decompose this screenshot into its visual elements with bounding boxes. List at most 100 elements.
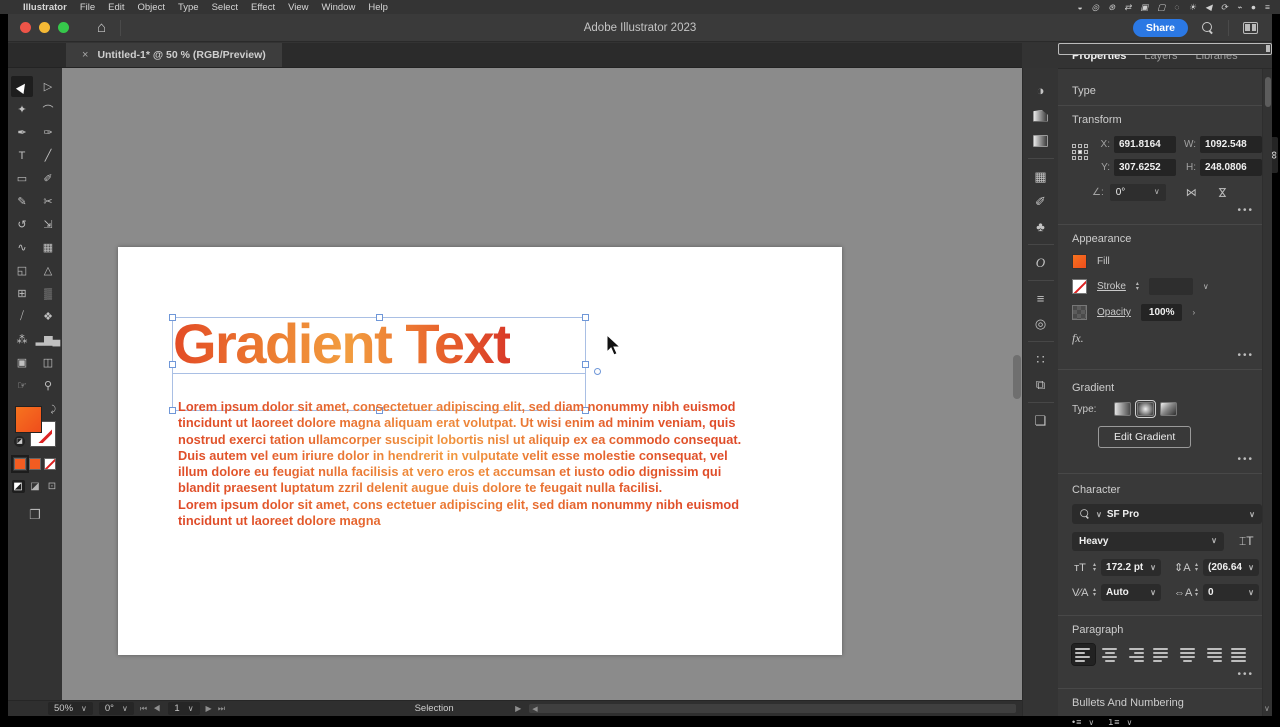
screen-mode-icon[interactable]: ❐ — [29, 507, 41, 523]
minimize-window-button[interactable] — [39, 22, 50, 33]
justify-center-button[interactable] — [1176, 644, 1199, 665]
direct-selection-tool[interactable]: ▷ — [37, 76, 59, 97]
stroke-swatch-panel-icon[interactable] — [1028, 128, 1054, 153]
share-button[interactable]: Share — [1133, 19, 1188, 37]
graphic-styles-panel-icon[interactable]: ⧉ — [1028, 372, 1054, 397]
shape-builder-tool[interactable]: ◱ — [11, 260, 33, 281]
stroke-panel-icon[interactable]: ≡ — [1028, 286, 1054, 311]
swap-fill-stroke-icon[interactable]: ⤸ — [51, 404, 56, 415]
status-icon[interactable]: ◎ — [1092, 2, 1099, 13]
selection-handle[interactable] — [582, 361, 589, 368]
blend-tool[interactable]: ❖ — [37, 306, 59, 327]
selection-handle[interactable] — [169, 314, 176, 321]
status-icon[interactable]: ☀ — [1188, 2, 1196, 13]
stroke-weight-chevron-icon[interactable]: ∨ — [1203, 282, 1209, 291]
arrange-documents-icon[interactable] — [1058, 43, 1272, 55]
fill-stroke-indicator[interactable]: ⤸ ◪ — [15, 406, 55, 446]
lasso-tool[interactable]: ⌒ — [37, 99, 59, 120]
zoom-level-select[interactable]: 50%∨ — [48, 702, 93, 715]
touch-type-tool-icon[interactable]: ⌶T — [1239, 534, 1254, 549]
body-text[interactable]: Lorem ipsum dolor sit amet, consectetuer… — [178, 399, 760, 529]
color-panel-icon[interactable]: ◑ — [1028, 78, 1054, 103]
status-icon[interactable]: ⇄ — [1124, 2, 1131, 13]
canvas[interactable]: Gradient Text Lorem ipsum dolor sit amet… — [62, 68, 1022, 700]
font-family-select[interactable]: ∨ SF Pro ∨ — [1072, 504, 1262, 524]
selection-handle[interactable] — [169, 407, 176, 414]
edit-gradient-button[interactable]: Edit Gradient — [1098, 426, 1191, 448]
selection-handle[interactable] — [376, 314, 383, 321]
shaper-tool[interactable]: ✎ — [11, 191, 33, 212]
artboard-tool[interactable]: ▣ — [11, 352, 33, 373]
tracking-stepper[interactable]: ▴▾ — [1195, 588, 1198, 598]
selection-handle[interactable] — [169, 361, 176, 368]
selection-handle[interactable] — [582, 314, 589, 321]
freeform-gradient-type-button[interactable] — [1160, 402, 1177, 416]
symbol-sprayer-tool[interactable]: ⁂ — [11, 329, 33, 350]
appearance-more-options[interactable]: ••• — [1072, 350, 1262, 361]
h-field[interactable]: 248.0806 — [1200, 159, 1262, 176]
maximize-window-button[interactable] — [58, 22, 69, 33]
gradient-more-options[interactable]: ••• — [1072, 454, 1262, 465]
draw-normal-mode-icon[interactable]: ◩ — [12, 480, 25, 493]
text-out-port-handle[interactable] — [594, 368, 601, 375]
font-family-chevron-icon[interactable]: ∨ — [1249, 510, 1255, 519]
eyedropper-tool[interactable]: ⧸ — [11, 306, 33, 327]
selection-bounding-box[interactable] — [172, 317, 586, 411]
hand-tool[interactable]: ☞ — [11, 375, 33, 396]
menu-help[interactable]: Help — [368, 2, 388, 13]
search-icon[interactable] — [1202, 22, 1214, 34]
opacity-link[interactable]: Opacity — [1097, 307, 1131, 318]
appearance-panel-icon[interactable]: ∷ — [1028, 347, 1054, 372]
status-icon[interactable]: ● — [1251, 2, 1256, 13]
layers-panel-icon[interactable]: ❏ — [1028, 408, 1054, 433]
next-last-artboard-buttons[interactable]: ▶ ⏭ — [206, 704, 228, 714]
kerning-select[interactable]: Auto∨ — [1101, 584, 1161, 601]
artboards-panel-icon[interactable]: ▦ — [1028, 164, 1054, 189]
leading-stepper[interactable]: ▴▾ — [1195, 563, 1198, 573]
opacity-chevron-icon[interactable]: › — [1192, 308, 1195, 317]
first-prev-artboard-buttons[interactable]: ⏮ ◀ — [140, 704, 163, 714]
status-play-icon[interactable]: ▶ — [515, 704, 523, 713]
panel-scroll-down-icon[interactable]: ∨ — [1264, 704, 1270, 713]
font-size-stepper[interactable]: ▴▾ — [1093, 563, 1096, 573]
artboard[interactable]: Gradient Text Lorem ipsum dolor sit amet… — [118, 247, 842, 655]
tracking-select[interactable]: 0∨ — [1203, 584, 1259, 601]
default-fill-stroke-icon[interactable]: ◪ — [14, 436, 25, 447]
pen-tool[interactable]: ✒ — [11, 122, 33, 143]
draw-behind-mode-icon[interactable]: ◪ — [29, 480, 42, 493]
perspective-grid-tool[interactable]: △ — [37, 260, 59, 281]
stroke-link[interactable]: Stroke — [1097, 281, 1126, 292]
status-icon[interactable]: ◀ — [1205, 2, 1212, 13]
menu-window[interactable]: Window — [322, 2, 356, 13]
opentype-panel-icon[interactable]: O — [1028, 250, 1054, 275]
menu-illustrator[interactable]: Illustrator — [23, 2, 67, 13]
type-tool[interactable]: T — [11, 145, 33, 166]
transparency-panel-icon[interactable]: ◎ — [1028, 311, 1054, 336]
panel-scrollbar[interactable]: ∨ — [1262, 69, 1272, 716]
kerning-stepper[interactable]: ▴▾ — [1093, 588, 1096, 598]
font-style-select[interactable]: Heavy ∨ — [1072, 532, 1224, 551]
fill-color-swatch[interactable] — [15, 406, 42, 433]
rectangle-tool[interactable]: ▭ — [11, 168, 33, 189]
free-transform-tool[interactable]: ▦ — [37, 237, 59, 258]
close-tab-icon[interactable]: × — [82, 49, 88, 61]
status-icon[interactable]: ◒ — [1078, 2, 1083, 13]
menu-view[interactable]: View — [288, 2, 308, 13]
align-left-button[interactable] — [1072, 644, 1095, 665]
flip-horizontal-icon[interactable]: ⋈ — [1186, 186, 1197, 199]
workspace-switcher-icon[interactable] — [1243, 22, 1258, 34]
menu-effect[interactable]: Effect — [251, 2, 275, 13]
align-center-button[interactable] — [1098, 644, 1121, 665]
y-field[interactable]: 307.6252 — [1114, 159, 1176, 176]
gradient-tool[interactable]: ▒ — [37, 283, 59, 304]
magic-wand-tool[interactable]: ✦ — [11, 99, 33, 120]
fx-button[interactable]: fx. — [1072, 331, 1262, 346]
paragraph-more-options[interactable]: ••• — [1072, 669, 1262, 680]
menu-type[interactable]: Type — [178, 2, 199, 13]
status-icon[interactable]: ≡ — [1265, 2, 1270, 13]
scale-tool[interactable]: ⇲ — [37, 214, 59, 235]
w-field[interactable]: 1092.548 — [1200, 136, 1262, 153]
scissors-tool[interactable]: ✂ — [37, 191, 59, 212]
draw-inside-mode-icon[interactable]: ⊡ — [46, 480, 59, 493]
gradient-panel-icon[interactable] — [1028, 103, 1054, 128]
